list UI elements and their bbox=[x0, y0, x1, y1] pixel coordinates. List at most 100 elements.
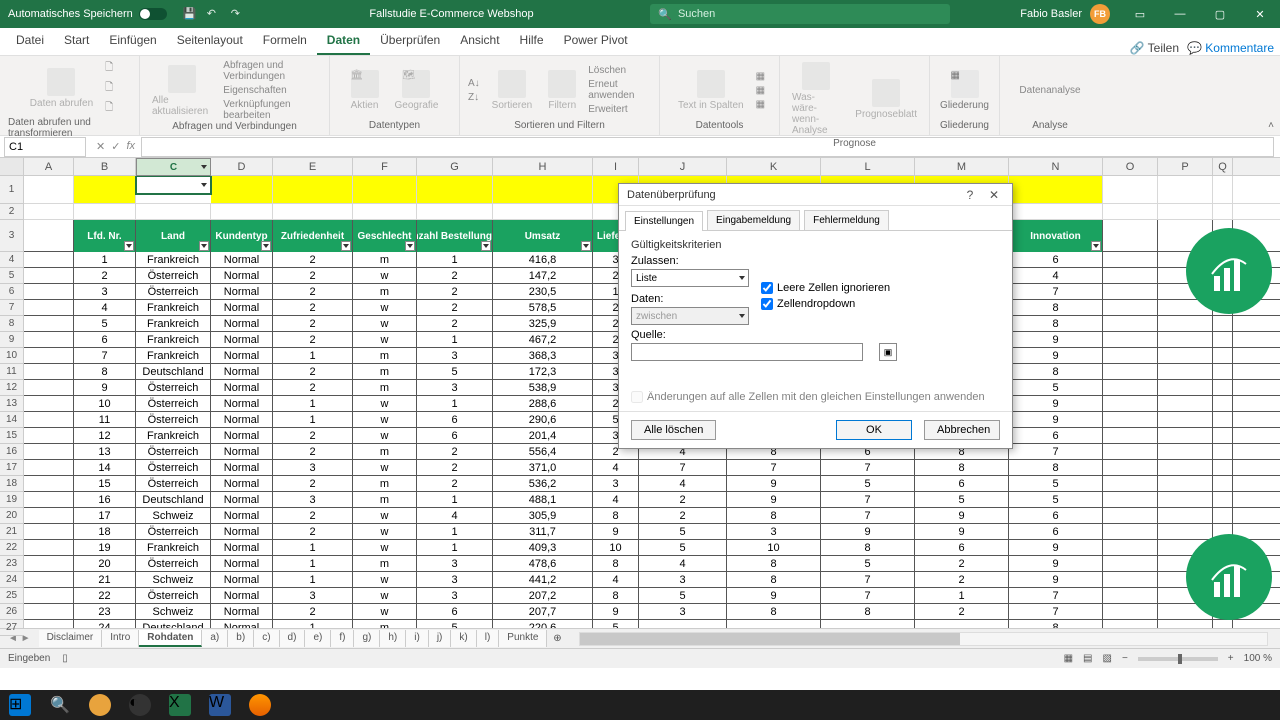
cell[interactable]: m bbox=[353, 348, 417, 363]
cell[interactable] bbox=[136, 204, 211, 219]
cell[interactable] bbox=[24, 268, 74, 283]
cell[interactable]: 2 bbox=[417, 300, 493, 315]
cell[interactable]: 8 bbox=[1009, 300, 1103, 315]
minimize-icon[interactable]: — bbox=[1160, 0, 1200, 28]
cell[interactable]: 441,2 bbox=[493, 572, 593, 587]
cell[interactable]: m bbox=[353, 556, 417, 571]
column-header[interactable]: Q bbox=[1213, 158, 1233, 175]
row-header[interactable]: 22 bbox=[0, 540, 23, 556]
cell[interactable]: 1 bbox=[273, 396, 353, 411]
cell[interactable] bbox=[353, 204, 417, 219]
cell[interactable]: 556,4 bbox=[493, 444, 593, 459]
cell[interactable]: 2 bbox=[915, 572, 1009, 587]
row-header[interactable]: 9 bbox=[0, 332, 23, 348]
sheet-tab[interactable]: k) bbox=[451, 630, 476, 647]
comments-button[interactable]: 💬 Kommentare bbox=[1187, 41, 1274, 55]
cell[interactable]: Normal bbox=[211, 412, 273, 427]
filter-dropdown-icon[interactable] bbox=[124, 241, 134, 251]
cell[interactable]: 3 bbox=[273, 460, 353, 475]
search-taskbar-icon[interactable]: 🔍 bbox=[40, 690, 80, 720]
cell[interactable]: Normal bbox=[211, 252, 273, 267]
cell[interactable]: 409,3 bbox=[493, 540, 593, 555]
firefox-taskbar-icon[interactable] bbox=[240, 690, 280, 720]
cell[interactable] bbox=[24, 176, 74, 203]
cell[interactable]: 20 bbox=[74, 556, 136, 571]
row-header[interactable]: 1 bbox=[0, 176, 23, 204]
cell[interactable] bbox=[1158, 620, 1213, 628]
cell[interactable]: 2 bbox=[273, 380, 353, 395]
cell[interactable]: 5 bbox=[74, 316, 136, 331]
cell[interactable]: 9 bbox=[1009, 396, 1103, 411]
cell[interactable]: 2 bbox=[417, 476, 493, 491]
get-data-button[interactable]: Daten abrufen bbox=[26, 66, 97, 111]
text-columns-button[interactable]: Text in Spalten bbox=[674, 68, 748, 113]
ribbon-mode-icon[interactable]: ▭ bbox=[1120, 0, 1160, 28]
cell[interactable] bbox=[1103, 396, 1158, 411]
row-header[interactable]: 8 bbox=[0, 316, 23, 332]
sheet-tab[interactable]: d) bbox=[280, 630, 306, 647]
cell[interactable] bbox=[821, 620, 915, 628]
cell[interactable]: 536,2 bbox=[493, 476, 593, 491]
cell[interactable]: Frankreich bbox=[136, 428, 211, 443]
cell[interactable] bbox=[493, 176, 593, 203]
cell[interactable]: 3 bbox=[593, 476, 639, 491]
cell[interactable] bbox=[1213, 364, 1233, 379]
cell[interactable]: 5 bbox=[915, 492, 1009, 507]
sheet-tab[interactable]: b) bbox=[228, 630, 254, 647]
sheet-tab[interactable]: h) bbox=[380, 630, 406, 647]
cell[interactable]: Normal bbox=[211, 428, 273, 443]
horizontal-scrollbar[interactable] bbox=[579, 632, 1268, 646]
cell[interactable]: 9 bbox=[727, 492, 821, 507]
cell[interactable] bbox=[1158, 176, 1213, 203]
sheet-tab[interactable]: Disclaimer bbox=[39, 630, 103, 647]
table-header[interactable]: Kundentyp bbox=[211, 220, 273, 252]
ribbon-tab-ansicht[interactable]: Ansicht bbox=[450, 27, 509, 55]
cell[interactable]: 207,2 bbox=[493, 588, 593, 603]
cell[interactable] bbox=[417, 204, 493, 219]
cell[interactable]: 1 bbox=[417, 492, 493, 507]
cell[interactable]: 2 bbox=[273, 428, 353, 443]
cell[interactable]: Österreich bbox=[136, 268, 211, 283]
row-header[interactable]: 2 bbox=[0, 204, 23, 220]
cell[interactable]: 8 bbox=[821, 604, 915, 619]
column-header[interactable]: N bbox=[1009, 158, 1103, 175]
cell[interactable]: Frankreich bbox=[136, 316, 211, 331]
column-header[interactable]: C bbox=[136, 158, 211, 176]
forecast-button[interactable]: Prognoseblatt bbox=[851, 77, 921, 122]
cell[interactable] bbox=[1158, 396, 1213, 411]
cell[interactable] bbox=[1213, 204, 1233, 219]
cell[interactable]: 4 bbox=[1009, 268, 1103, 283]
cell[interactable]: 2 bbox=[74, 268, 136, 283]
row-header[interactable]: 26 bbox=[0, 604, 23, 620]
cell[interactable] bbox=[24, 204, 74, 219]
cell[interactable]: 8 bbox=[1009, 620, 1103, 628]
cell[interactable] bbox=[1103, 540, 1158, 555]
cell[interactable]: 5 bbox=[1009, 380, 1103, 395]
dialog-tab[interactable]: Eingabemeldung bbox=[707, 210, 800, 230]
clear-link[interactable]: Löschen bbox=[588, 65, 651, 76]
cell[interactable]: Normal bbox=[211, 332, 273, 347]
cell[interactable] bbox=[24, 508, 74, 523]
cell[interactable]: 311,7 bbox=[493, 524, 593, 539]
cell[interactable] bbox=[74, 204, 136, 219]
cell[interactable]: 6 bbox=[1009, 428, 1103, 443]
cell[interactable] bbox=[136, 176, 211, 194]
cell[interactable]: 8 bbox=[727, 572, 821, 587]
cell[interactable]: 5 bbox=[821, 556, 915, 571]
cell[interactable]: 290,6 bbox=[493, 412, 593, 427]
column-header[interactable]: D bbox=[211, 158, 273, 175]
cell[interactable]: 7 bbox=[1009, 604, 1103, 619]
cell[interactable] bbox=[24, 284, 74, 299]
cell[interactable]: 8 bbox=[593, 556, 639, 571]
cell[interactable] bbox=[24, 460, 74, 475]
cell[interactable] bbox=[1213, 380, 1233, 395]
view-layout-icon[interactable]: ▤ bbox=[1083, 653, 1092, 664]
row-header[interactable]: 7 bbox=[0, 300, 23, 316]
cell[interactable] bbox=[24, 524, 74, 539]
cell[interactable]: w bbox=[353, 300, 417, 315]
sheet-tab[interactable]: f) bbox=[331, 630, 354, 647]
cell[interactable] bbox=[1158, 492, 1213, 507]
row-header[interactable]: 3 bbox=[0, 220, 23, 252]
cell[interactable]: 2 bbox=[273, 268, 353, 283]
column-header[interactable]: L bbox=[821, 158, 915, 175]
